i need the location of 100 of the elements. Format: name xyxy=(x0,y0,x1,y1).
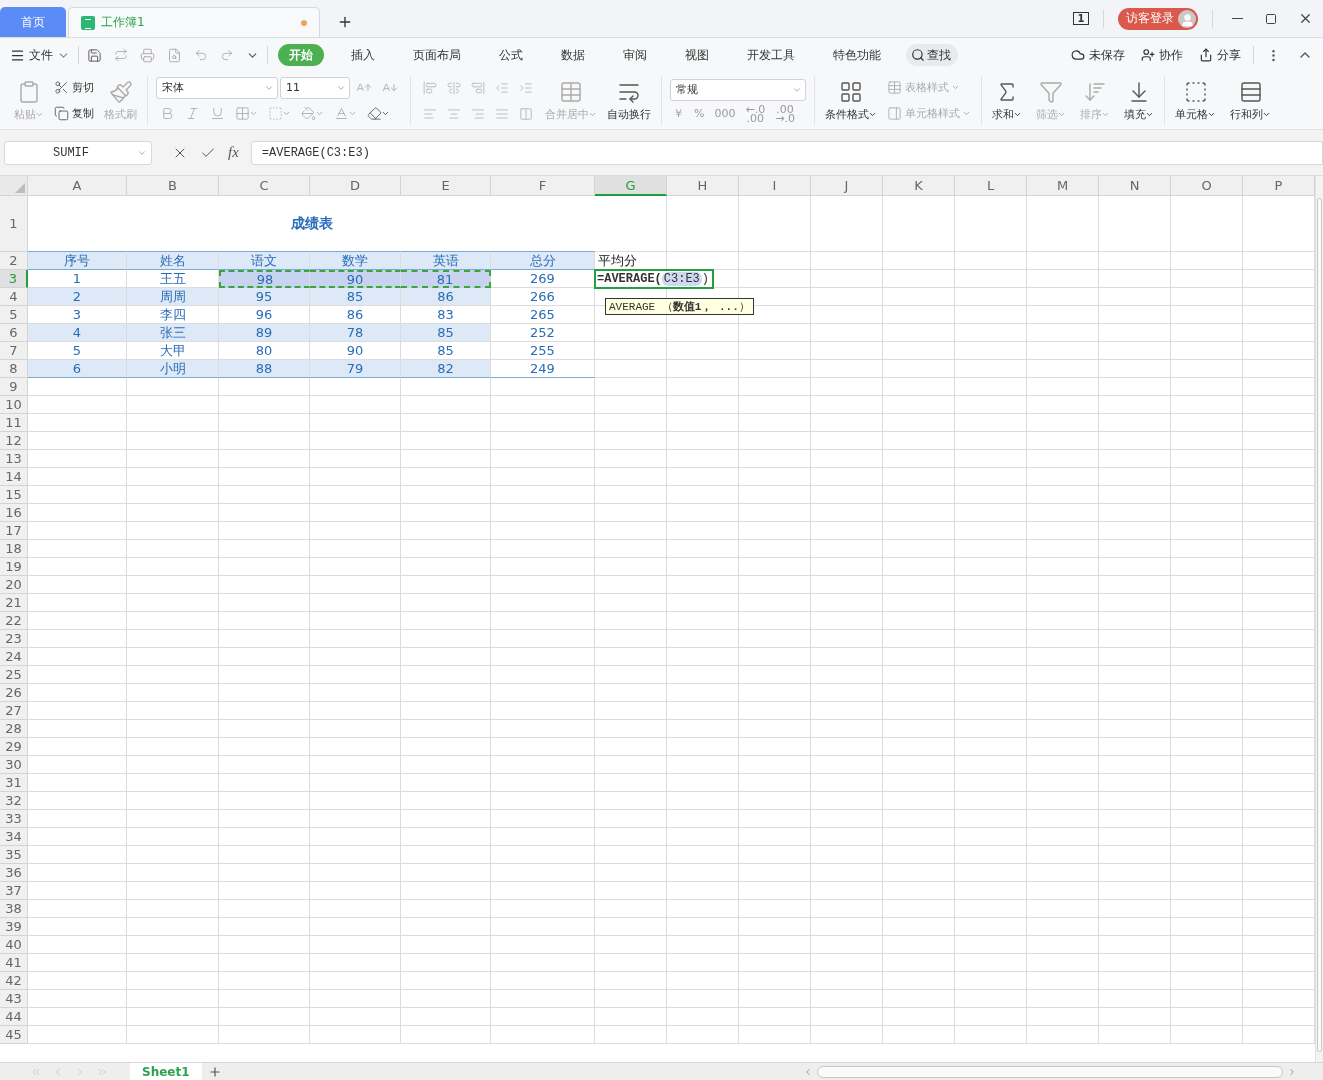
number-format-button[interactable]: ￥ xyxy=(670,109,687,118)
row-header[interactable]: 15 xyxy=(0,486,28,504)
ribbon-button[interactable]: 求和 xyxy=(990,79,1024,122)
ribbon-tab[interactable]: 视图 xyxy=(674,44,720,66)
row-header[interactable]: 9 xyxy=(0,378,28,396)
column-header[interactable]: N xyxy=(1099,176,1171,196)
document-tab[interactable]: 工作簿1 xyxy=(68,7,320,37)
row-header[interactable]: 31 xyxy=(0,774,28,792)
row-header[interactable]: 45 xyxy=(0,1026,28,1044)
decimal-button[interactable]: ←.0 .00 xyxy=(742,104,769,123)
clipboard-button[interactable]: 剪切 xyxy=(52,76,96,99)
window-count-button[interactable]: 1 xyxy=(1073,12,1089,25)
ribbon-button[interactable]: 填充 xyxy=(1122,79,1156,122)
name-box[interactable]: SUMIF xyxy=(4,140,152,165)
ribbon-tab[interactable]: 开始 xyxy=(278,44,324,66)
number-format-select[interactable]: 常规 xyxy=(670,78,806,101)
row-header[interactable]: 13 xyxy=(0,450,28,468)
row-header[interactable]: 42 xyxy=(0,972,28,990)
row-header[interactable]: 17 xyxy=(0,522,28,540)
toolbar-action[interactable]: 未保存 xyxy=(1067,44,1129,66)
ribbon-button[interactable]: 单元格 xyxy=(1173,79,1218,122)
row-header[interactable]: 25 xyxy=(0,666,28,684)
vertical-scrollbar[interactable] xyxy=(1315,176,1323,1062)
ribbon-tab[interactable]: 特色功能 xyxy=(822,44,892,66)
formula-input[interactable]: =AVERAGE(C3:E3) xyxy=(250,140,1323,165)
row-header[interactable]: 20 xyxy=(0,576,28,594)
row-header[interactable]: 35 xyxy=(0,846,28,864)
row-header[interactable]: 4 xyxy=(0,288,28,306)
file-menu[interactable]: 文件 xyxy=(6,44,74,66)
number-format-button[interactable]: 000 xyxy=(711,109,739,118)
ribbon-tab[interactable]: 页面布局 xyxy=(402,44,472,66)
ribbon-tab[interactable]: 审阅 xyxy=(612,44,658,66)
row-header[interactable]: 23 xyxy=(0,630,28,648)
row-header[interactable]: 22 xyxy=(0,612,28,630)
ribbon-tab[interactable]: 插入 xyxy=(340,44,386,66)
row-header[interactable]: 27 xyxy=(0,702,28,720)
row-header[interactable]: 10 xyxy=(0,396,28,414)
row-header[interactable]: 16 xyxy=(0,504,28,522)
column-header[interactable]: L xyxy=(955,176,1027,196)
row-header[interactable]: 41 xyxy=(0,954,28,972)
row-header[interactable]: 34 xyxy=(0,828,28,846)
ribbon-button[interactable]: 行和列 xyxy=(1228,79,1273,122)
select-all-corner[interactable] xyxy=(0,176,28,196)
font-name-select[interactable]: 宋体 xyxy=(156,76,278,99)
ribbon-tab[interactable]: 开发工具 xyxy=(736,44,806,66)
sheet-tab[interactable]: Sheet1 xyxy=(130,1062,202,1080)
column-header[interactable]: G xyxy=(595,176,667,196)
font-size-select[interactable]: 11 xyxy=(280,76,350,99)
clipboard-button[interactable]: 复制 xyxy=(52,102,96,125)
row-header[interactable]: 29 xyxy=(0,738,28,756)
column-header[interactable]: F xyxy=(491,176,595,196)
row-header[interactable]: 18 xyxy=(0,540,28,558)
number-format-button[interactable]: % xyxy=(691,109,708,118)
column-header[interactable]: A xyxy=(28,176,127,196)
ribbon-button[interactable]: 自动换行 xyxy=(605,79,653,122)
row-header[interactable]: 24 xyxy=(0,648,28,666)
row-header[interactable]: 32 xyxy=(0,792,28,810)
row-header[interactable]: 5 xyxy=(0,306,28,324)
cell-editor[interactable]: =AVERAGE( C3:E3 ) xyxy=(594,269,715,289)
row-header[interactable]: 11 xyxy=(0,414,28,432)
column-header[interactable]: D xyxy=(310,176,401,196)
column-header[interactable]: P xyxy=(1243,176,1315,196)
column-header[interactable]: J xyxy=(811,176,883,196)
row-header[interactable]: 7 xyxy=(0,342,28,360)
toolbar-action[interactable]: 分享 xyxy=(1195,44,1245,66)
row-header[interactable]: 1 xyxy=(0,196,28,252)
column-header[interactable]: C xyxy=(219,176,310,196)
row-header[interactable]: 44 xyxy=(0,1008,28,1026)
row-header[interactable]: 39 xyxy=(0,918,28,936)
row-header[interactable]: 3 xyxy=(0,270,28,288)
row-header[interactable]: 40 xyxy=(0,936,28,954)
row-header[interactable]: 6 xyxy=(0,324,28,342)
row-header[interactable]: 12 xyxy=(0,432,28,450)
row-header[interactable]: 43 xyxy=(0,990,28,1008)
ribbon-tab[interactable]: 数据 xyxy=(550,44,596,66)
row-header[interactable]: 36 xyxy=(0,864,28,882)
column-header[interactable]: E xyxy=(401,176,491,196)
login-button[interactable]: 访客登录 xyxy=(1118,7,1198,30)
insert-function-button[interactable]: fx xyxy=(228,144,239,161)
row-header[interactable]: 14 xyxy=(0,468,28,486)
document-tab[interactable]: 首页 xyxy=(0,7,66,37)
column-header[interactable]: M xyxy=(1027,176,1099,196)
row-header[interactable]: 8 xyxy=(0,360,28,378)
ribbon-tab[interactable]: 公式 xyxy=(488,44,534,66)
row-header[interactable]: 26 xyxy=(0,684,28,702)
row-header[interactable]: 2 xyxy=(0,252,28,270)
row-header[interactable]: 30 xyxy=(0,756,28,774)
row-header[interactable]: 21 xyxy=(0,594,28,612)
row-header[interactable]: 38 xyxy=(0,900,28,918)
decimal-button[interactable]: .00 →.0 xyxy=(772,104,798,123)
column-header[interactable]: K xyxy=(883,176,955,196)
toolbar-action[interactable]: 协作 xyxy=(1137,44,1187,66)
row-header[interactable]: 28 xyxy=(0,720,28,738)
row-header[interactable]: 37 xyxy=(0,882,28,900)
row-header[interactable]: 19 xyxy=(0,558,28,576)
row-header[interactable]: 33 xyxy=(0,810,28,828)
ribbon-button[interactable]: 条件格式 xyxy=(823,79,879,122)
column-header[interactable]: B xyxy=(127,176,219,196)
column-header[interactable]: H xyxy=(667,176,739,196)
search-button[interactable]: 查找 xyxy=(906,44,958,66)
